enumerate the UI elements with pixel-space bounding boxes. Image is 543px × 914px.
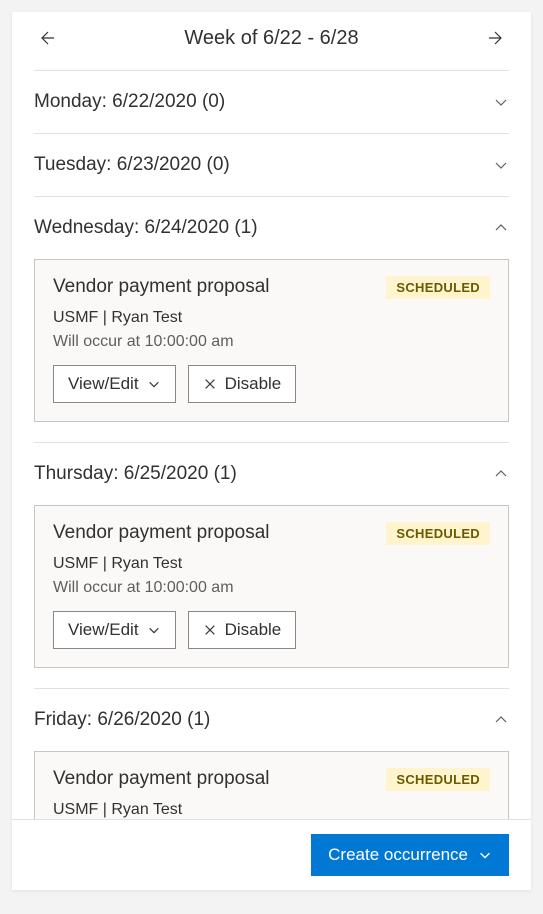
day-section-wednesday: Wednesday: 6/24/2020 (1) Vendor payment … [34, 196, 509, 422]
occurrence-card: Vendor payment proposal SCHEDULED USMF |… [34, 751, 509, 819]
card-subtitle: USMF | Ryan Test [53, 801, 490, 819]
day-label: Friday: 6/26/2020 (1) [34, 709, 210, 731]
day-header-tuesday[interactable]: Tuesday: 6/23/2020 (0) [34, 134, 509, 196]
disable-button[interactable]: Disable [188, 365, 297, 403]
card-time: Will occur at 10:00:00 am [53, 579, 490, 597]
close-icon [203, 377, 217, 391]
disable-label: Disable [225, 374, 282, 394]
view-edit-button[interactable]: View/Edit [53, 611, 176, 649]
next-week-button[interactable] [485, 26, 509, 50]
chevron-down-icon [493, 157, 509, 173]
chevron-up-icon [493, 466, 509, 482]
card-subtitle: USMF | Ryan Test [53, 309, 490, 327]
create-occurrence-label: Create occurrence [328, 845, 468, 865]
day-section-monday: Monday: 6/22/2020 (0) [34, 70, 509, 133]
chevron-up-icon [493, 220, 509, 236]
view-edit-label: View/Edit [68, 620, 139, 640]
card-title: Vendor payment proposal [53, 522, 270, 544]
close-icon [203, 623, 217, 637]
status-badge: SCHEDULED [386, 522, 490, 545]
day-label: Thursday: 6/25/2020 (1) [34, 463, 237, 485]
arrow-left-icon [36, 28, 56, 48]
day-header-friday[interactable]: Friday: 6/26/2020 (1) [34, 689, 509, 751]
disable-label: Disable [225, 620, 282, 640]
week-title: Week of 6/22 - 6/28 [184, 27, 358, 50]
chevron-down-icon [147, 377, 161, 391]
occurrence-card: Vendor payment proposal SCHEDULED USMF |… [34, 259, 509, 422]
disable-button[interactable]: Disable [188, 611, 297, 649]
day-header-wednesday[interactable]: Wednesday: 6/24/2020 (1) [34, 197, 509, 259]
card-time: Will occur at 10:00:00 am [53, 333, 490, 351]
status-badge: SCHEDULED [386, 276, 490, 299]
card-title: Vendor payment proposal [53, 276, 270, 298]
chevron-up-icon [493, 712, 509, 728]
status-badge: SCHEDULED [386, 768, 490, 791]
arrow-right-icon [487, 28, 507, 48]
create-occurrence-button[interactable]: Create occurrence [311, 834, 509, 876]
chevron-down-icon [478, 848, 492, 862]
card-title: Vendor payment proposal [53, 768, 270, 790]
week-header: Week of 6/22 - 6/28 [12, 12, 531, 70]
chevron-down-icon [147, 623, 161, 637]
card-subtitle: USMF | Ryan Test [53, 555, 490, 573]
day-section-thursday: Thursday: 6/25/2020 (1) Vendor payment p… [34, 442, 509, 668]
view-edit-button[interactable]: View/Edit [53, 365, 176, 403]
day-list[interactable]: Monday: 6/22/2020 (0) Tuesday: 6/23/2020… [12, 70, 531, 819]
day-label: Monday: 6/22/2020 (0) [34, 91, 225, 113]
chevron-down-icon [493, 94, 509, 110]
card-actions: View/Edit Disable [53, 365, 490, 403]
day-label: Wednesday: 6/24/2020 (1) [34, 217, 258, 239]
day-header-thursday[interactable]: Thursday: 6/25/2020 (1) [34, 443, 509, 505]
occurrence-card: Vendor payment proposal SCHEDULED USMF |… [34, 505, 509, 668]
day-label: Tuesday: 6/23/2020 (0) [34, 154, 230, 176]
day-header-monday[interactable]: Monday: 6/22/2020 (0) [34, 71, 509, 133]
schedule-panel: Week of 6/22 - 6/28 Monday: 6/22/2020 (0… [12, 12, 531, 890]
card-actions: View/Edit Disable [53, 611, 490, 649]
view-edit-label: View/Edit [68, 374, 139, 394]
day-section-friday: Friday: 6/26/2020 (1) Vendor payment pro… [34, 688, 509, 819]
day-section-tuesday: Tuesday: 6/23/2020 (0) [34, 133, 509, 196]
prev-week-button[interactable] [34, 26, 58, 50]
footer: Create occurrence [12, 819, 531, 890]
